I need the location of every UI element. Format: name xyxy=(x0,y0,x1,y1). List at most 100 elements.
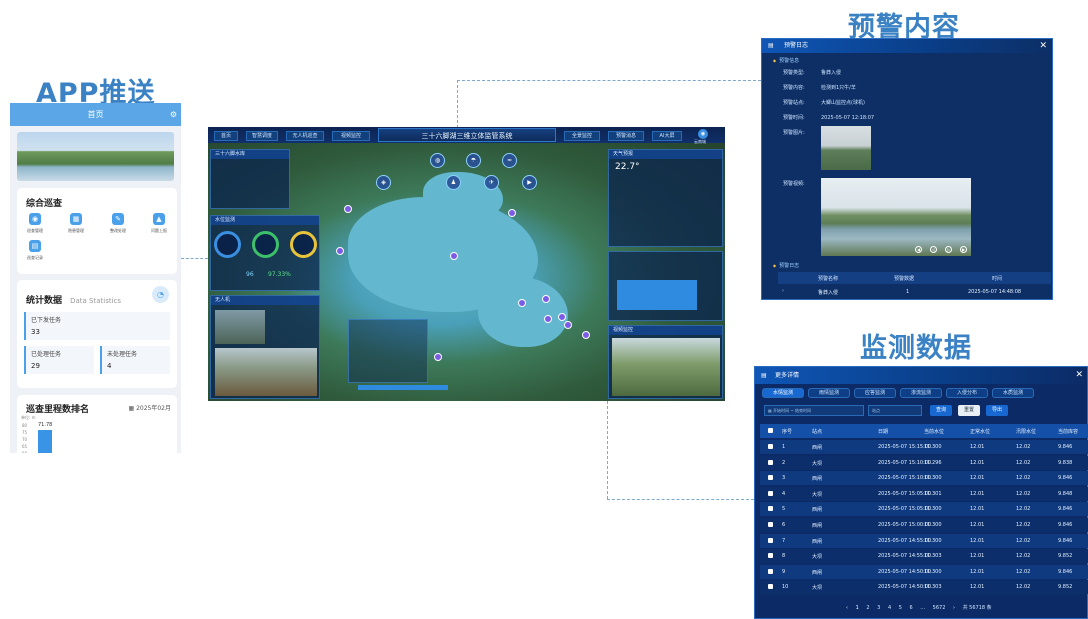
row-checkbox[interactable] xyxy=(768,444,773,451)
station-marker[interactable] xyxy=(344,205,352,213)
quick-item-rectify[interactable]: ✎ 整改处理 xyxy=(105,213,131,234)
drone-video[interactable] xyxy=(215,348,317,396)
row-checkbox[interactable] xyxy=(768,568,773,576)
hotspot-flow-icon[interactable]: ≈ xyxy=(502,153,517,168)
hotspot-water-level-icon[interactable]: ◍ xyxy=(430,153,445,168)
quick-item-records[interactable]: ▤ 巡查记录 xyxy=(22,240,48,261)
station-marker[interactable] xyxy=(558,313,566,321)
page-last[interactable]: 5672 xyxy=(933,605,946,611)
page-4[interactable]: 4 xyxy=(888,605,891,611)
gauge-2 xyxy=(252,231,279,258)
query-button[interactable]: 查询 xyxy=(930,405,952,416)
prev-page-icon[interactable]: ‹ xyxy=(846,605,848,611)
page-5[interactable]: 5 xyxy=(899,605,902,611)
export-button[interactable]: 导出 xyxy=(986,405,1008,416)
prev-icon[interactable]: ◁ xyxy=(930,246,937,253)
warning-photo[interactable] xyxy=(821,126,871,170)
quick-item-report[interactable]: ▲ 问题上报 xyxy=(146,213,172,234)
date-range-input[interactable]: ▦ 开始时间 ~ 结束时间 xyxy=(764,405,864,416)
chart-icon[interactable]: ◔ xyxy=(152,286,169,303)
hotspot-intrusion-icon[interactable]: ♟ xyxy=(446,175,461,190)
table-row[interactable]: 4 大坝 2025-05-07 15:05:00 11.301 12.01 12.02 9.… xyxy=(760,486,1088,501)
select-all-checkbox[interactable] xyxy=(768,428,773,435)
station-marker[interactable] xyxy=(544,315,552,323)
table-row[interactable]: 3 西闸 2025-05-07 15:10:00 11.300 12.01 12.02 9.… xyxy=(760,471,1088,486)
quick-item-hazard[interactable]: ▦ 隐患管理 xyxy=(63,213,89,234)
page-1[interactable]: 1 xyxy=(856,605,859,611)
station-marker[interactable] xyxy=(434,353,442,361)
hotspot-drone-icon[interactable]: ✈ xyxy=(484,175,499,190)
row-checkbox[interactable] xyxy=(768,584,773,591)
play-icon[interactable]: ▶ xyxy=(960,246,967,253)
hotspot-video-icon[interactable]: ▶ xyxy=(522,175,537,190)
tab-seepage[interactable]: 渗流监测 xyxy=(900,388,942,398)
table-cell: 12.01 xyxy=(970,444,985,450)
warning-video[interactable] xyxy=(821,178,971,256)
table-cell: 12.01 xyxy=(970,537,985,544)
rewind-icon[interactable]: ◀ xyxy=(915,246,922,253)
station-marker[interactable] xyxy=(450,252,458,260)
image-icon: ▦ xyxy=(70,213,82,225)
page-6[interactable]: 6 xyxy=(910,605,913,611)
tab-rain[interactable]: 雨情监测 xyxy=(808,388,850,398)
nav-alerts[interactable]: 预警消息 xyxy=(608,131,644,141)
table-row[interactable]: 6 西闸 2025-05-07 15:00:00 11.300 12.01 12.02 9.… xyxy=(760,518,1088,532)
row-checkbox[interactable] xyxy=(768,522,773,529)
drone-photo xyxy=(215,310,265,344)
row-checkbox[interactable] xyxy=(768,459,773,467)
hotspot-rain-icon[interactable]: ☂ xyxy=(466,153,481,168)
quick-item-inspection[interactable]: ◉ 巡查管理 xyxy=(22,213,48,234)
nav-video[interactable]: 视频监控 xyxy=(332,131,370,141)
nav-panorama[interactable]: 全景监控 xyxy=(564,131,600,141)
table-row[interactable]: 10 大坝 2025-05-07 14:50:00 11.303 12.01 12.02 9… xyxy=(760,580,1088,595)
table-row[interactable]: 5 西闸 2025-05-07 15:05:00 11.300 12.01 12.02 9.… xyxy=(760,502,1088,517)
table-cell: 西闸 xyxy=(812,523,823,529)
settings-icon[interactable]: ⚙ xyxy=(170,103,177,126)
nav-ai[interactable]: AI大屏 xyxy=(652,131,682,141)
nav-dispatch[interactable]: 智慧调度 xyxy=(246,131,278,141)
table-row[interactable]: 7 西闸 2025-05-07 14:55:00 11.300 12.01 12.02 9.… xyxy=(760,533,1088,548)
station-marker[interactable] xyxy=(542,295,550,303)
next-page-icon[interactable]: › xyxy=(953,605,955,611)
nav-drone[interactable]: 无人机巡查 xyxy=(286,131,324,141)
table-row[interactable]: 9 西闸 2025-05-07 14:50:00 11.300 12.01 12.02 9.… xyxy=(760,564,1088,579)
row-checkbox[interactable] xyxy=(768,553,773,560)
table-row[interactable]: 8 大坝 2025-05-07 14:55:00 11.303 12.01 12.02 9.… xyxy=(760,549,1088,564)
close-icon[interactable]: ✕ xyxy=(1075,370,1083,380)
station-marker[interactable] xyxy=(336,247,344,255)
nav-home[interactable]: 首页 xyxy=(214,131,238,141)
warning-log-row[interactable]: › 鲁莽入侵 1 2025-05-07 14:48:08 xyxy=(778,287,1051,297)
reset-button[interactable]: 重置 xyxy=(958,405,980,416)
calendar-icon: ▦ xyxy=(128,405,135,412)
tab-intrusion[interactable]: 入侵分布 xyxy=(946,388,988,398)
ranking-unit: 单位: m xyxy=(21,415,36,420)
warning-row-time: 预警时间: 2025-05-07 12:18:07 xyxy=(783,115,875,121)
next-icon[interactable]: ▷ xyxy=(945,246,952,253)
warning-log-panel: ▤ 预警日志 ✕ xyxy=(761,38,1053,300)
station-marker[interactable] xyxy=(518,299,526,307)
hotspot-quality-icon[interactable]: ◈ xyxy=(376,175,391,190)
tab-water[interactable]: 水情监测 xyxy=(762,388,804,398)
row-checkbox[interactable] xyxy=(768,475,773,482)
right-video-feed[interactable] xyxy=(612,338,720,396)
station-marker[interactable] xyxy=(582,331,590,339)
ranking-bar-label: 71.78 xyxy=(38,422,53,428)
user-avatar-icon[interactable]: ◉ xyxy=(698,129,708,139)
warning-header: ▤ 预警日志 xyxy=(762,39,1052,53)
row-checkbox[interactable] xyxy=(768,506,773,513)
close-icon[interactable]: ✕ xyxy=(1039,41,1047,51)
table-row[interactable]: 1 西闸 2025-05-07 15:15:00 11.300 12.01 12.02 9.… xyxy=(760,440,1088,454)
page-3[interactable]: 3 xyxy=(877,605,880,611)
table-cell: 西闸 xyxy=(812,507,823,514)
ranking-date[interactable]: ▦ 2025年02月 xyxy=(129,403,172,412)
row-checkbox[interactable] xyxy=(768,537,773,545)
table-cell: 12.02 xyxy=(1016,444,1031,450)
table-row[interactable]: 2 大坝 2025-05-07 15:10:00 11.296 12.01 12.02 9.… xyxy=(760,455,1088,470)
station-marker[interactable] xyxy=(508,209,516,217)
tab-quality[interactable]: 水质监测 xyxy=(992,388,1034,398)
station-marker[interactable] xyxy=(564,321,572,329)
tab-response[interactable]: 应答监测 xyxy=(854,388,896,398)
row-checkbox[interactable] xyxy=(768,490,773,498)
page-2[interactable]: 2 xyxy=(866,605,869,611)
station-select[interactable]: 站点 xyxy=(868,405,922,416)
